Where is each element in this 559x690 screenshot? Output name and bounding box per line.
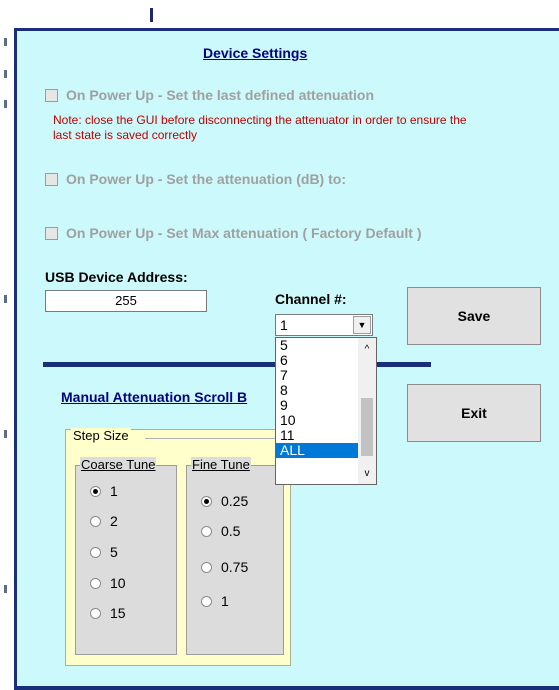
coarse-option[interactable]: 1 — [90, 483, 118, 499]
radio-label: 5 — [110, 544, 118, 560]
radio-icon[interactable] — [201, 561, 212, 573]
edge-mark — [4, 70, 7, 78]
power-up-last-attenuation-option[interactable]: On Power Up - Set the last defined atten… — [45, 87, 374, 103]
fine-option[interactable]: 0.75 — [201, 559, 248, 575]
edge-mark — [4, 585, 7, 593]
channel-option[interactable]: 9 — [276, 398, 358, 413]
channel-options: 5 6 7 8 9 10 11 ALL — [276, 338, 358, 458]
channel-option[interactable]: 7 — [276, 368, 358, 383]
checkbox-icon[interactable] — [45, 172, 58, 186]
channel-option[interactable]: 6 — [276, 353, 358, 368]
usb-address-input[interactable]: 255 — [45, 290, 207, 312]
option-label: On Power Up - Set the attenuation (dB) t… — [66, 171, 346, 187]
checkbox-icon[interactable] — [45, 88, 58, 102]
save-button[interactable]: Save — [407, 287, 541, 345]
background-fragment — [150, 8, 153, 22]
coarse-option[interactable]: 5 — [90, 544, 118, 560]
panel-bottom-border — [14, 686, 559, 690]
edge-mark — [4, 295, 7, 303]
channel-option[interactable]: 5 — [276, 338, 358, 353]
coarse-option[interactable]: 15 — [90, 605, 126, 621]
radio-icon[interactable] — [90, 515, 101, 527]
option-label: On Power Up - Set the last defined atten… — [66, 87, 375, 103]
fine-option[interactable]: 0.25 — [201, 493, 248, 509]
group-rule — [145, 438, 284, 439]
coarse-option[interactable]: 10 — [90, 575, 126, 591]
chevron-down-icon[interactable]: v — [358, 464, 376, 482]
top-background — [0, 0, 559, 30]
left-edge — [0, 0, 14, 690]
radio-label: 1 — [110, 483, 118, 499]
dropdown-scrollbar[interactable]: ^ v — [358, 338, 376, 484]
fine-option[interactable]: 1 — [201, 593, 229, 609]
channel-dropdown-list[interactable]: 5 6 7 8 9 10 11 ALL ^ v — [275, 337, 377, 485]
radio-label: 10 — [110, 575, 126, 591]
coarse-option[interactable]: 2 — [90, 513, 118, 529]
warning-note: Note: close the GUI before disconnecting… — [53, 113, 467, 142]
channel-option-highlighted[interactable]: ALL — [276, 443, 358, 458]
manual-attenuation-title: Manual Attenuation Scroll B — [61, 389, 248, 405]
fine-option[interactable]: 0.5 — [201, 523, 240, 539]
radio-icon[interactable] — [201, 595, 212, 607]
radio-icon[interactable] — [90, 607, 101, 619]
edge-mark — [4, 100, 7, 108]
chevron-down-icon[interactable]: ▼ — [353, 316, 371, 334]
radio-label: 15 — [110, 605, 126, 621]
scrollbar-thumb[interactable] — [361, 398, 373, 456]
channel-select[interactable]: 1 ▼ — [275, 314, 373, 336]
exit-button[interactable]: Exit — [407, 384, 541, 442]
fine-tune-group: Fine Tune 0.25 0.5 0.75 1 — [186, 457, 284, 655]
usb-address-label: USB Device Address: — [45, 269, 188, 285]
step-size-group: Step Size Coarse Tune 1 2 5 10 15 Fine T… — [65, 428, 291, 666]
device-settings-title: Device Settings — [203, 45, 308, 61]
radio-label: 2 — [110, 513, 118, 529]
power-up-set-attenuation-option[interactable]: On Power Up - Set the attenuation (dB) t… — [45, 171, 346, 187]
radio-icon[interactable] — [90, 546, 101, 558]
channel-option[interactable]: 11 — [276, 428, 358, 443]
chevron-up-icon[interactable]: ^ — [358, 340, 376, 358]
radio-icon[interactable] — [201, 525, 212, 537]
coarse-tune-group: Coarse Tune 1 2 5 10 15 — [75, 457, 177, 655]
power-up-max-attenuation-option[interactable]: On Power Up - Set Max attenuation ( Fact… — [45, 225, 421, 241]
channel-option[interactable]: 10 — [276, 413, 358, 428]
radio-label: 0.75 — [221, 559, 249, 575]
edge-mark — [4, 38, 7, 46]
fine-tune-label: Fine Tune — [191, 457, 251, 472]
checkbox-icon[interactable] — [45, 226, 58, 240]
step-size-label: Step Size — [71, 428, 131, 443]
radio-label: 0.5 — [221, 523, 241, 539]
edge-mark — [4, 430, 7, 438]
radio-selected-icon[interactable] — [90, 485, 101, 497]
option-label: On Power Up - Set Max attenuation ( Fact… — [66, 225, 422, 241]
channel-option[interactable]: 8 — [276, 383, 358, 398]
radio-icon[interactable] — [90, 577, 101, 589]
coarse-tune-label: Coarse Tune — [80, 457, 157, 472]
radio-selected-icon[interactable] — [201, 495, 212, 507]
radio-label: 1 — [221, 593, 229, 609]
channel-selected-value: 1 — [280, 317, 288, 333]
channel-label: Channel #: — [275, 291, 347, 307]
radio-label: 0.25 — [221, 493, 249, 509]
